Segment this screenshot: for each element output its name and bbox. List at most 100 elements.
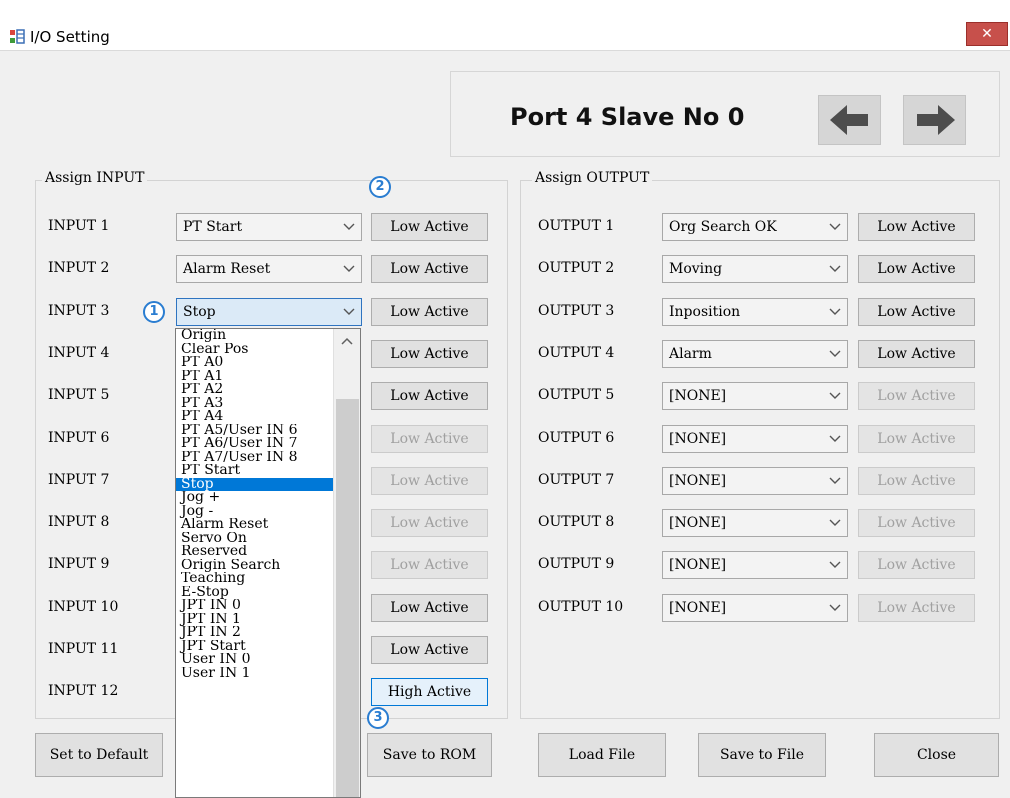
dropdown-option[interactable]: PT A2: [176, 383, 333, 397]
dropdown-option[interactable]: Teaching: [176, 572, 333, 586]
input-7-active-toggle[interactable]: Low Active: [371, 466, 488, 495]
output-10-select[interactable]: [NONE]: [662, 593, 848, 622]
arrow-right-icon: [917, 105, 955, 135]
dropdown-option[interactable]: Reserved: [176, 545, 333, 559]
dropdown-option[interactable]: PT A6/User IN 7: [176, 437, 333, 451]
dropdown-option[interactable]: Stop: [176, 477, 333, 491]
output-5-active-toggle[interactable]: Low Active: [858, 382, 975, 411]
dropdown-option[interactable]: Servo On: [176, 532, 333, 546]
output-1-active-toggle[interactable]: Low Active: [858, 213, 975, 241]
output-3-select[interactable]: Inposition: [662, 297, 848, 326]
dropdown-option[interactable]: PT A4: [176, 410, 333, 424]
output-9-active-toggle[interactable]: Low Active: [858, 551, 975, 580]
output-3-active-toggle[interactable]: Low Active: [858, 297, 975, 326]
assign-output-label: Assign OUTPUT: [532, 170, 653, 186]
input-3-select-value: Stop: [183, 303, 216, 320]
input-4-active-toggle[interactable]: Low Active: [371, 339, 488, 368]
output-10-active-toggle[interactable]: Low Active: [858, 593, 975, 622]
input-1-label: INPUT 1: [48, 218, 110, 234]
input-12-active-toggle[interactable]: High Active: [371, 678, 488, 707]
input-8-active-toggle[interactable]: Low Active: [371, 509, 488, 538]
output-8-label: OUTPUT 8: [538, 514, 615, 531]
input-10-active-toggle[interactable]: Low Active: [371, 593, 488, 622]
dropdown-option[interactable]: Jog -: [176, 505, 333, 519]
io-setting-window: I/O Setting ✕ Port 4 Slave No 0 Assign I…: [0, 0, 1010, 798]
output-7-select-value: [NONE]: [669, 472, 727, 489]
dropdown-option[interactable]: Origin Search: [176, 559, 333, 573]
chevron-down-icon: [829, 561, 841, 569]
output-8-select[interactable]: [NONE]: [662, 509, 848, 538]
input-6-active-toggle[interactable]: Low Active: [371, 424, 488, 453]
output-10-label: OUTPUT 10: [538, 598, 624, 615]
input-3-dropdown-list[interactable]: Origin Clear Pos PT A0 PT A1 PT A2 PT A3 PT A4…: [175, 328, 361, 798]
dropdown-option[interactable]: User IN 0: [176, 653, 333, 667]
output-1-select[interactable]: Org Search OK: [662, 213, 848, 241]
dropdown-option[interactable]: PT A1: [176, 370, 333, 384]
output-7-select[interactable]: [NONE]: [662, 466, 848, 495]
load-file-button[interactable]: Load File: [538, 733, 666, 777]
output-8-select-value: [NONE]: [669, 515, 727, 532]
output-4-active-toggle[interactable]: Low Active: [858, 339, 975, 368]
dropdown-option[interactable]: PT A5/User IN 6: [176, 424, 333, 438]
input-1-active-toggle[interactable]: Low Active: [371, 213, 488, 241]
output-3-label: OUTPUT 3: [538, 302, 615, 319]
dropdown-option[interactable]: PT A0: [176, 356, 333, 370]
input-11-label: INPUT 11: [48, 641, 119, 657]
dropdown-option[interactable]: PT A7/User IN 8: [176, 451, 333, 465]
input-3-select[interactable]: Stop: [176, 297, 362, 326]
input-11-active-toggle[interactable]: Low Active: [371, 636, 488, 664]
dropdown-option[interactable]: E-Stop: [176, 586, 333, 600]
input-2-active-toggle[interactable]: Low Active: [371, 255, 488, 284]
input-4-label: INPUT 4: [48, 344, 110, 361]
callout-marker-1: 1: [143, 301, 165, 323]
next-slave-button[interactable]: [903, 95, 966, 145]
save-to-file-button[interactable]: Save to File: [698, 733, 826, 777]
dropdown-option[interactable]: Jog +: [176, 491, 333, 505]
close-button[interactable]: Close: [874, 733, 999, 777]
output-2-select-value: Moving: [669, 261, 723, 278]
dropdown-option[interactable]: PT Start: [176, 464, 333, 478]
close-icon: ✕: [981, 26, 993, 42]
window-close-button[interactable]: ✕: [966, 22, 1008, 46]
chevron-up-icon[interactable]: [341, 337, 353, 345]
title-bar[interactable]: I/O Setting ✕: [0, 10, 1010, 51]
dropdown-option[interactable]: PT A3: [176, 397, 333, 411]
dropdown-option[interactable]: Alarm Reset: [176, 518, 333, 532]
save-to-rom-button[interactable]: Save to ROM: [367, 733, 492, 777]
prev-slave-button[interactable]: [818, 95, 881, 145]
window-title: I/O Setting: [30, 28, 110, 46]
set-to-default-button[interactable]: Set to Default: [35, 733, 163, 777]
chevron-down-icon: [343, 223, 355, 230]
output-10-select-value: [NONE]: [669, 599, 727, 616]
output-6-select[interactable]: [NONE]: [662, 424, 848, 453]
chevron-down-icon: [829, 604, 841, 611]
dropdown-option[interactable]: JPT Start: [176, 640, 333, 654]
scrollbar-thumb[interactable]: [336, 399, 359, 797]
input-5-active-toggle[interactable]: Low Active: [371, 382, 488, 411]
dropdown-option[interactable]: Origin: [176, 329, 333, 343]
output-4-select[interactable]: Alarm: [662, 339, 848, 368]
dropdown-option[interactable]: JPT IN 1: [176, 613, 333, 627]
output-5-select[interactable]: [NONE]: [662, 382, 848, 411]
input-2-select-value: Alarm Reset: [183, 261, 271, 278]
input-3-active-toggle[interactable]: Low Active: [371, 297, 488, 326]
dropdown-option[interactable]: JPT IN 2: [176, 626, 333, 640]
input-9-active-toggle[interactable]: Low Active: [371, 551, 488, 580]
chevron-down-icon: [829, 265, 841, 273]
output-6-active-toggle[interactable]: Low Active: [858, 424, 975, 453]
output-7-active-toggle[interactable]: Low Active: [858, 466, 975, 495]
dropdown-option[interactable]: Clear Pos: [176, 343, 333, 357]
dropdown-option[interactable]: User IN 1: [176, 667, 333, 681]
output-7-label: OUTPUT 7: [538, 471, 615, 488]
dropdown-scrollbar[interactable]: [333, 329, 360, 797]
output-1-select-value: Org Search OK: [669, 219, 777, 235]
output-4-label: OUTPUT 4: [538, 344, 615, 361]
input-2-select[interactable]: Alarm Reset: [176, 255, 362, 284]
input-8-label: INPUT 8: [48, 514, 110, 531]
input-1-select[interactable]: PT Start: [176, 213, 362, 241]
output-8-active-toggle[interactable]: Low Active: [858, 509, 975, 538]
output-2-select[interactable]: Moving: [662, 255, 848, 284]
output-9-select[interactable]: [NONE]: [662, 551, 848, 580]
output-2-active-toggle[interactable]: Low Active: [858, 255, 975, 284]
dropdown-option[interactable]: JPT IN 0: [176, 599, 333, 613]
